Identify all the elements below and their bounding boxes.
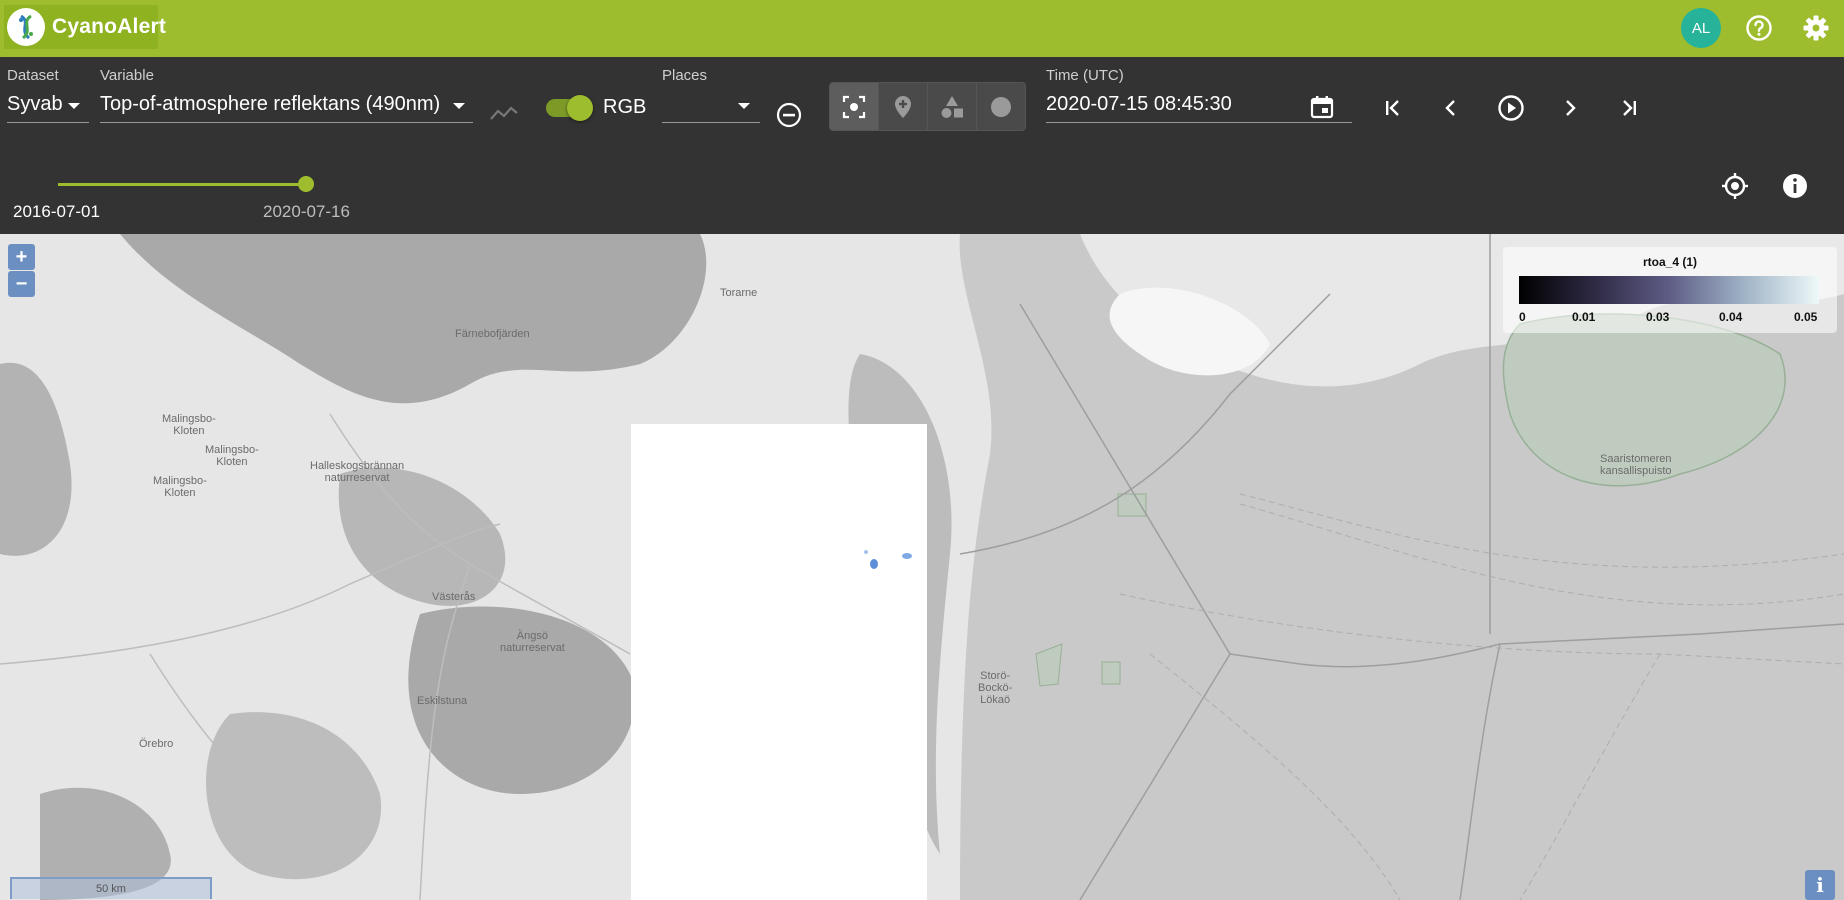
focus-icon: [842, 95, 866, 118]
legend-tick: 0.05: [1794, 310, 1818, 324]
crosshair-icon[interactable]: [1720, 171, 1750, 206]
time-value: 2020-07-15 08:45:30: [1046, 93, 1232, 115]
variable-value: Top-of-atmosphere reflektans (490nm): [100, 93, 441, 115]
next-step-button[interactable]: [1553, 91, 1587, 125]
time-range-slider-thumb[interactable]: [298, 176, 314, 192]
app-logo[interactable]: CyanoAlert: [4, 5, 166, 49]
previous-step-button[interactable]: [1434, 91, 1468, 125]
map-place-label: Halleskogsbrännan naturreservat: [310, 460, 405, 484]
cyanoalert-logo-icon: [7, 8, 45, 46]
skip-last-icon: [1623, 100, 1636, 116]
play-circle-icon: [1498, 95, 1524, 121]
time-label: Time (UTC): [1046, 67, 1124, 84]
legend-tick: 0.03: [1646, 310, 1670, 324]
chevron-down-icon: [453, 103, 465, 109]
legend-tick: 0.01: [1572, 310, 1596, 324]
map-place-label: Västerås: [432, 591, 476, 603]
help-circle-icon[interactable]: [1743, 12, 1775, 44]
time-range-start: 2016-07-01: [13, 202, 100, 221]
shapes-icon: [941, 95, 963, 118]
play-button[interactable]: [1494, 91, 1528, 125]
info-icon[interactable]: [1781, 172, 1809, 205]
legend-title: rtoa_4 (1): [1642, 255, 1698, 269]
rgb-toggle[interactable]: [567, 95, 593, 121]
places-select[interactable]: [662, 89, 760, 123]
control-bar: Dataset Syvab Variable Top-of-atmosphere…: [0, 57, 1844, 234]
app-bar: CyanoAlert AL: [0, 0, 1844, 57]
gear-icon[interactable]: [1800, 12, 1832, 44]
map-place-label: Malingsbo- Kloten: [205, 444, 259, 468]
chevron-right-icon: [1566, 100, 1576, 116]
map-place-label: Saaristomeren kansallispuisto: [1600, 453, 1672, 477]
map-place-label: Ängsö naturreservat: [500, 630, 565, 654]
chevron-down-icon: [68, 103, 80, 109]
time-input[interactable]: 2020-07-15 08:45:30: [1046, 89, 1352, 123]
color-legend: rtoa_4 (1) 0 0.01 0.03 0.04 0.05: [1503, 247, 1837, 333]
map-place-label: Torarne: [720, 287, 758, 299]
add-point-button[interactable]: [879, 83, 928, 130]
variable-label: Variable: [100, 67, 154, 84]
time-range-end: 2020-07-16: [263, 202, 350, 221]
chevron-down-icon: [738, 103, 750, 109]
map-place-label: Färnebofjärden: [455, 328, 530, 340]
map-pin-add-icon: [895, 95, 911, 118]
map-interaction-tools: [829, 82, 1026, 131]
time-range-slider-track[interactable]: [58, 183, 306, 186]
app-title: CyanoAlert: [52, 15, 167, 38]
first-step-button[interactable]: [1376, 91, 1410, 125]
legend-color-bar: [1519, 276, 1819, 304]
legend-tick: 0: [1519, 310, 1526, 324]
chevron-left-icon: [1445, 100, 1455, 116]
add-shape-button[interactable]: [928, 83, 977, 130]
timeseries-chart-icon[interactable]: [489, 103, 519, 128]
zoom-out-button[interactable]: −: [8, 271, 35, 297]
last-step-button[interactable]: [1612, 91, 1646, 125]
basemap: [0, 234, 1844, 900]
dataset-value: Syvab: [7, 93, 63, 115]
minus-circle-icon[interactable]: [775, 101, 803, 134]
map-place-label: Eskilstuna: [417, 695, 468, 707]
select-tool-button[interactable]: [830, 83, 879, 130]
calendar-icon[interactable]: [1309, 94, 1335, 125]
scale-bar: 50 km: [10, 877, 212, 899]
places-label: Places: [662, 67, 708, 84]
map-place-label: Örebro: [139, 738, 174, 750]
zoom-in-button[interactable]: +: [8, 244, 35, 270]
dataset-select[interactable]: Syvab: [7, 89, 89, 123]
map-place-label: Malingsbo- Kloten: [153, 475, 207, 499]
add-circle-button[interactable]: [977, 83, 1025, 130]
rgb-label: RGB: [603, 96, 647, 118]
variable-select[interactable]: Top-of-atmosphere reflektans (490nm): [100, 89, 473, 123]
map-place-label: Storö- Bockö- Lökaö: [978, 670, 1013, 706]
dataset-label: Dataset: [7, 67, 59, 84]
legend-tick: 0.04: [1719, 310, 1743, 324]
map-place-label: Malingsbo- Kloten: [162, 413, 216, 437]
user-avatar[interactable]: AL: [1681, 8, 1721, 48]
skip-first-icon: [1386, 100, 1399, 116]
circle-icon: [991, 96, 1011, 117]
map-view[interactable]: + − rtoa_4 (1) 0 0.01 0.03 0.04 0.05 Fär…: [0, 234, 1844, 900]
attribution-button[interactable]: i: [1805, 870, 1835, 900]
